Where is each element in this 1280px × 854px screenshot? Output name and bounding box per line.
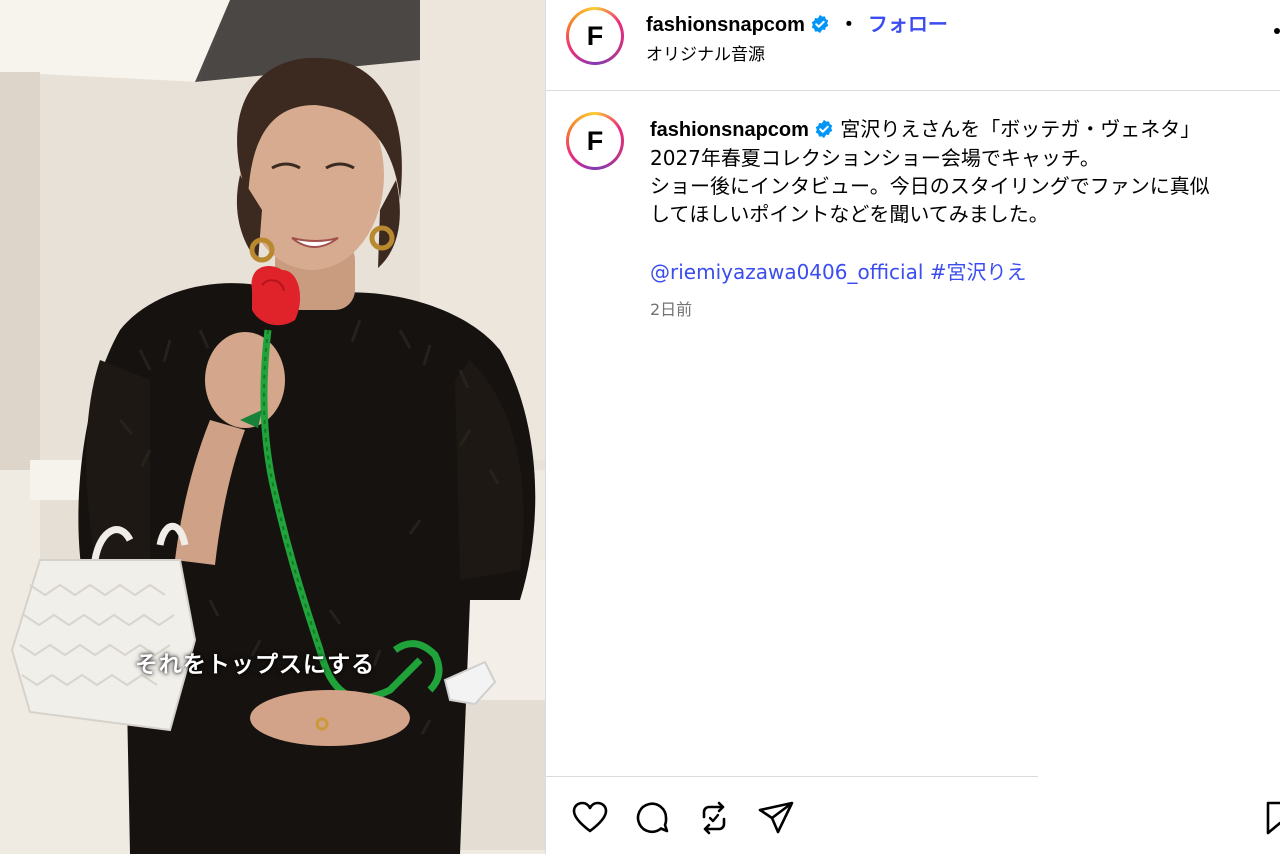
hashtag-link[interactable]: #宮沢りえ [930,260,1027,284]
video-subtitle: それをトップスにする [134,652,376,678]
caption-username[interactable]: fashionsnapcom [650,119,809,141]
avatar-letter: F [586,21,604,51]
video-frame-illustration [0,0,545,854]
share-icon[interactable] [756,798,796,838]
follow-button[interactable]: フォロー [868,14,948,36]
caption-line-2: 2027年春夏コレクションショー会場でキャッチ。 [650,146,1100,170]
caption-line-4: してほしいポイントなどを聞いてみました。 [650,202,1049,226]
header-divider [546,90,1280,91]
caption-avatar[interactable]: F [566,112,624,170]
header-username[interactable]: fashionsnapcom [646,14,805,36]
heart-icon[interactable] [570,798,610,838]
header-avatar[interactable]: F [566,7,624,65]
verified-badge-icon [811,14,829,34]
caption-links: @riemiyazawa0406_official #宮沢りえ [650,256,1027,285]
repost-icon[interactable] [694,798,734,838]
header-separator: ・ [838,12,859,36]
caption-line-1: 宮沢りえさんを「ボッテガ・ヴェネタ」 [840,117,1201,141]
audio-label[interactable]: オリジナル音源 [646,40,765,65]
post-timestamp[interactable]: 2日前 [650,296,692,320]
post-caption: fashionsnapcom 宮沢りえさんを「ボッテガ・ヴェネタ」 2027年春… [650,115,1270,228]
reel-video[interactable]: それをトップスにする [0,0,545,854]
caption-verified-badge-icon [815,119,833,139]
bookmark-icon[interactable] [1262,798,1280,838]
more-options-icon[interactable] [1274,28,1280,34]
header-title-row: fashionsnapcom ・フォロー [646,8,948,37]
caption-avatar-letter: F [586,126,604,156]
caption-line-3: ショー後にインタビュー。今日のスタイリングでファンに真似 [650,174,1210,198]
mention-link[interactable]: @riemiyazawa0406_official [650,260,923,284]
actions-divider [546,776,1038,777]
comment-icon[interactable] [632,798,672,838]
panel-divider [545,0,546,854]
